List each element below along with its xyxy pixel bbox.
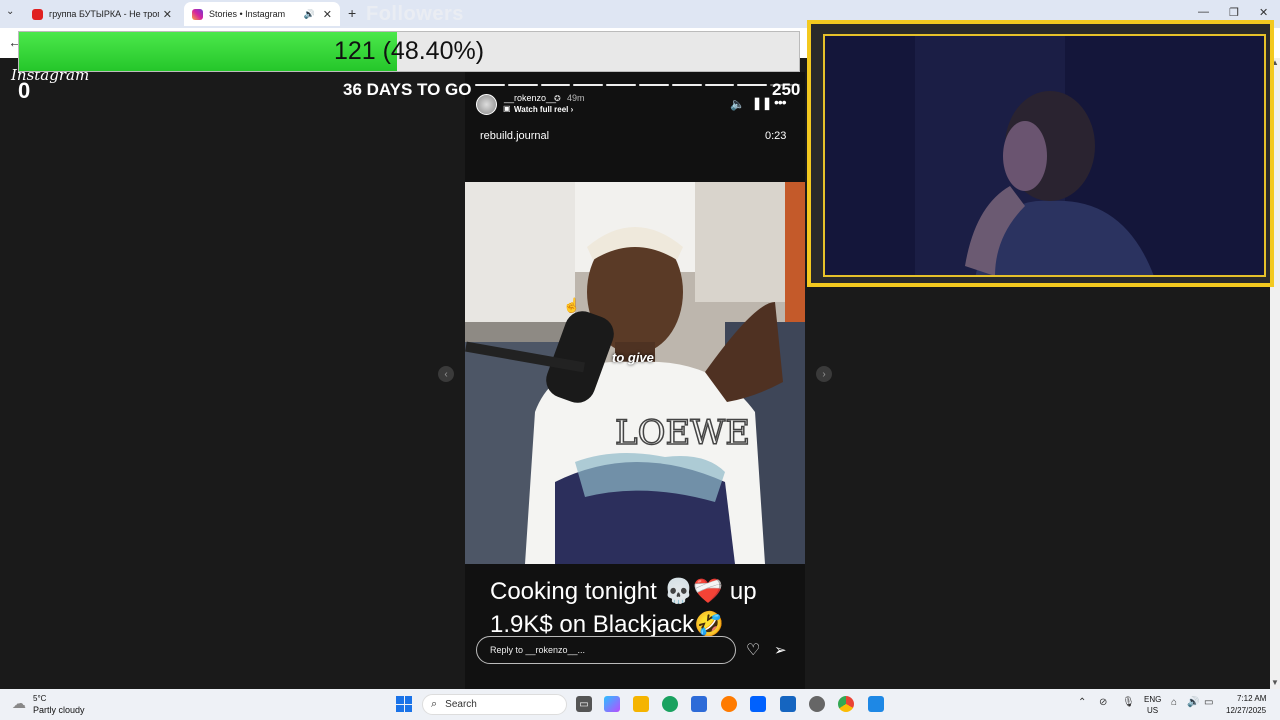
story-segment: [573, 84, 604, 86]
close-tab-icon[interactable]: ✕: [323, 8, 332, 21]
file-explorer-icon[interactable]: [633, 696, 649, 712]
chrome-icon[interactable]: [838, 696, 854, 712]
instagram-icon: [192, 8, 203, 20]
story-segment: [507, 84, 538, 86]
tab-search-chevron-icon[interactable]: ⌄: [6, 6, 14, 17]
weather-temperature[interactable]: 5°C: [33, 694, 46, 703]
days-to-go-label: 36 DAYS TO GO: [343, 80, 472, 99]
app-icon[interactable]: [780, 696, 796, 712]
pause-icon[interactable]: ❚❚: [752, 96, 772, 110]
minimize-icon[interactable]: —: [1198, 6, 1209, 18]
story-segment: [671, 84, 702, 86]
sound-icon[interactable]: 🔈: [730, 97, 745, 111]
close-tab-icon[interactable]: ✕: [163, 8, 172, 21]
goal-start-value: 0: [18, 78, 31, 103]
webcam-feed: [823, 34, 1266, 277]
close-window-icon[interactable]: ✕: [1259, 6, 1268, 19]
copilot-icon[interactable]: [604, 696, 620, 712]
search-placeholder: Search: [445, 699, 477, 710]
story-segment: [737, 84, 768, 86]
send-icon[interactable]: ➢: [774, 641, 787, 659]
windows-start-icon[interactable]: [396, 696, 412, 712]
firefox-icon[interactable]: [721, 696, 737, 712]
youtube-icon: [32, 8, 43, 20]
story-time: 49m: [567, 93, 585, 103]
tab-instagram[interactable]: Stories • Instagram 🔊 ✕: [184, 2, 340, 26]
language-indicator[interactable]: ENG: [1144, 695, 1161, 704]
speaker-icon[interactable]: 🔊: [304, 9, 315, 20]
weather-description[interactable]: Partly cloudy: [33, 705, 85, 715]
goal-end-value: 250: [772, 80, 801, 99]
taskbar-search-input[interactable]: ⌕ Search: [422, 694, 567, 715]
scroll-down-icon[interactable]: ▼: [1271, 678, 1279, 687]
story-caption: Cooking tonight 💀❤️‍🩹 up 1.9K$ on Blackj…: [490, 578, 757, 638]
search-icon: ⌕: [431, 698, 438, 710]
reel-handle: rebuild.journal: [480, 130, 550, 142]
story-segment: [475, 84, 505, 86]
followers-goal-title: Followers: [366, 3, 464, 25]
wifi-icon[interactable]: ⌂: [1171, 697, 1177, 708]
story-progress-bars: [475, 84, 800, 86]
reel-duration: 0:23: [765, 130, 787, 142]
avatar[interactable]: [476, 94, 497, 115]
verified-icon: ✪: [554, 94, 561, 103]
reply-input[interactable]: Reply to __rokenzo__...: [476, 636, 736, 664]
reel-icon: ▣: [503, 104, 511, 113]
task-view-icon[interactable]: ▭: [576, 696, 592, 712]
watch-reel-label: Watch full reel: [514, 105, 569, 114]
like-heart-icon[interactable]: ♡: [746, 640, 760, 660]
edge-icon[interactable]: [662, 696, 678, 712]
webcam-overlay: [807, 20, 1274, 287]
reply-placeholder: Reply to __rokenzo__...: [490, 645, 586, 655]
language-region[interactable]: US: [1147, 706, 1158, 715]
dropbox-icon[interactable]: [750, 696, 766, 712]
network-off-icon[interactable]: ⊘: [1099, 697, 1107, 708]
microphone-icon[interactable]: 🎙: [1122, 697, 1135, 708]
follower-goal-text: 121 (48.40%): [333, 37, 485, 65]
watch-full-reel-link[interactable]: Watch full reel ›: [514, 105, 573, 114]
clock-time[interactable]: 7:12 AM: [1237, 694, 1266, 703]
battery-icon[interactable]: ▭: [1204, 697, 1213, 708]
tab-label: Stories • Instagram: [209, 9, 286, 19]
story-segment: [638, 84, 669, 86]
weather-cloud-icon[interactable]: ☁: [12, 695, 26, 712]
video-frame-image: LOEWE: [465, 182, 805, 564]
obs-icon[interactable]: [809, 696, 825, 712]
hand-cursor-icon: ☝: [563, 297, 581, 313]
follower-goal-bar: 121 (48.40%): [18, 31, 800, 72]
svg-text:LOEWE: LOEWE: [615, 413, 750, 453]
story-segment: [704, 84, 735, 86]
reel-video[interactable]: LOEWE: [465, 182, 805, 564]
tab-youtube[interactable]: группа БУТЫРКА - Не трогай с ✕: [24, 2, 180, 26]
story-username[interactable]: __rokenzo__: [504, 93, 556, 103]
video-subtitle: to give: [612, 350, 654, 365]
volume-icon[interactable]: 🔊: [1187, 697, 1199, 708]
tab-label: группа БУТЫРКА - Не трогай с: [49, 9, 159, 19]
previous-story-button[interactable]: ‹: [438, 366, 454, 382]
app-icon-2[interactable]: [868, 696, 884, 712]
restore-icon[interactable]: ❐: [1229, 6, 1239, 19]
story-segment: [606, 84, 636, 86]
tray-chevron-icon[interactable]: ⌃: [1078, 697, 1086, 708]
next-story-button[interactable]: ›: [816, 366, 832, 382]
clock-date[interactable]: 12/27/2025: [1226, 706, 1266, 715]
new-tab-button[interactable]: +: [348, 5, 356, 21]
story-segment: [540, 84, 571, 86]
store-icon[interactable]: [691, 696, 707, 712]
